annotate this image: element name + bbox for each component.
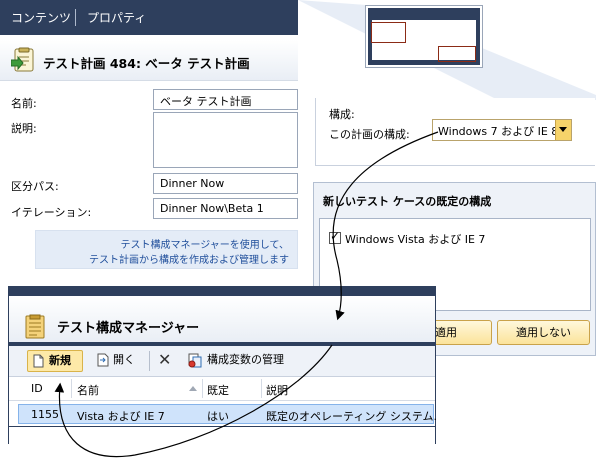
column-divider <box>202 379 203 398</box>
tab-divider <box>75 9 76 26</box>
configuration-checkbox[interactable]: ✓ <box>329 229 341 244</box>
manager-header: テスト構成マネージャー <box>9 296 435 342</box>
name-label: 名前: <box>11 97 37 110</box>
do-not-apply-button[interactable]: 適用しない <box>497 320 590 345</box>
cell-id: 1155 <box>31 408 59 421</box>
thumbnail-highlight-1 <box>371 22 406 43</box>
iteration-field[interactable]: Dinner Now\Beta 1 <box>153 198 298 219</box>
iteration-label: イテレーション: <box>11 206 92 219</box>
tab-properties[interactable]: プロパティ <box>87 9 146 26</box>
test-plan-properties-panel: コンテンツ プロパティ テスト計画 484: ベータ テスト計画 名前: ベータ… <box>0 0 298 226</box>
column-divider <box>71 379 72 398</box>
area-path-field[interactable]: Dinner Now <box>153 173 298 194</box>
test-plan-icon <box>11 47 34 72</box>
new-button-label: 新規 <box>49 354 71 367</box>
plan-title: テスト計画 484: ベータ テスト計画 <box>43 56 250 71</box>
open-button[interactable]: 開く <box>95 350 143 372</box>
test-configuration-manager-panel: テスト構成マネージャー 新規 開く ✕ 構成変数の管理 ID 名前 既定 説明 … <box>8 286 436 444</box>
configuration-variables-icon <box>188 353 202 368</box>
manage-variables-label: 構成変数の管理 <box>207 353 284 366</box>
configuration-item-label: Windows Vista および IE 7 <box>345 233 486 246</box>
manager-title: テスト構成マネージャー <box>57 321 200 336</box>
open-button-label: 開く <box>113 353 135 366</box>
table-row[interactable]: 1155 Vista および IE 7 はい 既定のオペレーティング システム.… <box>9 401 436 426</box>
plan-configuration-select[interactable]: Windows 7 および IE 8 <box>432 119 572 141</box>
column-header-default[interactable]: 既定 <box>207 382 229 398</box>
cell-name: Vista および IE 7 <box>77 410 165 423</box>
plan-configuration-label: この計画の構成: <box>329 128 410 141</box>
column-divider <box>261 379 262 398</box>
dropdown-button[interactable] <box>555 120 571 140</box>
plan-configuration-value: Windows 7 および IE 8 <box>438 125 559 138</box>
delete-button[interactable]: ✕ <box>155 350 173 372</box>
thumbnail-highlight-2 <box>438 46 476 62</box>
cell-description: 既定のオペレーティング システム... <box>266 410 436 423</box>
checkmark-icon: ✓ <box>330 229 341 243</box>
configuration-manager-icon <box>25 314 45 339</box>
description-label: 説明: <box>11 122 37 135</box>
dialog-title: 新しいテスト ケースの既定の構成 <box>323 195 492 208</box>
config-manager-link-line1[interactable]: テスト構成マネージャーを使用して、 <box>121 236 290 251</box>
column-header-id[interactable]: ID <box>31 382 43 395</box>
delete-x-icon: ✕ <box>158 350 172 369</box>
grid-empty-area <box>9 427 435 444</box>
cell-default: はい <box>207 410 229 423</box>
grid-header: ID 名前 既定 説明 <box>9 377 435 401</box>
chevron-down-icon <box>559 127 567 132</box>
column-header-description[interactable]: 説明 <box>266 382 288 398</box>
manage-variables-button[interactable]: 構成変数の管理 <box>187 350 317 372</box>
manager-toolbar: 新規 開く ✕ 構成変数の管理 <box>9 346 435 377</box>
open-document-icon <box>97 353 109 367</box>
column-header-name[interactable]: 名前 <box>77 382 99 398</box>
config-manager-link-box[interactable]: テスト構成マネージャーを使用して、 テスト計画から構成を作成および管理します <box>35 230 298 269</box>
sort-ascending-icon <box>189 386 197 391</box>
configuration-heading: 構成: <box>329 108 355 121</box>
area-path-label: 区分パス: <box>11 180 59 193</box>
new-document-icon <box>33 354 44 368</box>
toolbar-separator <box>149 351 150 371</box>
configuration-panel: 構成: この計画の構成: Windows 7 および IE 8 <box>315 98 595 166</box>
new-button[interactable]: 新規 <box>27 350 83 372</box>
config-manager-link-line2[interactable]: テスト計画から構成を作成および管理します <box>89 251 289 266</box>
screen-thumbnail <box>366 6 482 67</box>
tab-contents[interactable]: コンテンツ <box>11 9 71 26</box>
tab-bar: コンテンツ プロパティ <box>0 0 298 35</box>
description-field[interactable] <box>153 112 298 168</box>
name-field[interactable]: ベータ テスト計画 <box>153 89 298 110</box>
